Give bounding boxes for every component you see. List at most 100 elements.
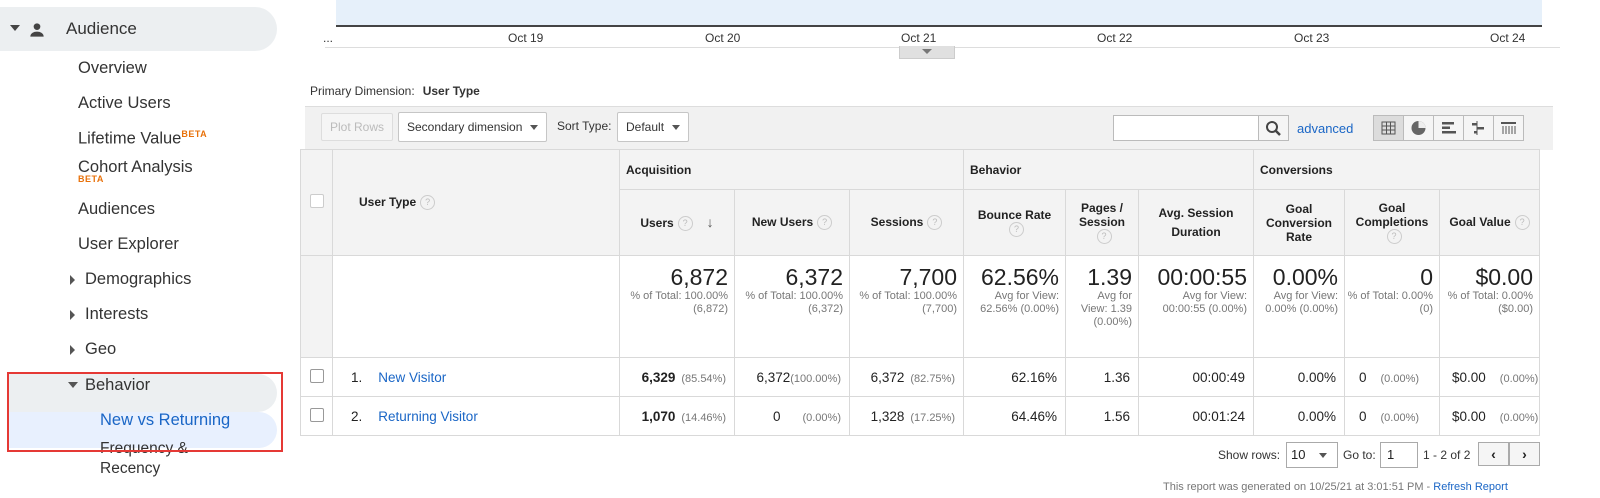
- x-tick: Oct 22: [1097, 31, 1133, 45]
- x-tick: Oct 23: [1294, 31, 1330, 45]
- secondary-dimension-dropdown[interactable]: Secondary dimension: [398, 112, 548, 142]
- help-icon[interactable]: ?: [420, 195, 436, 211]
- pie-icon: [1411, 121, 1426, 135]
- group-behavior: Behavior: [963, 149, 1254, 190]
- col-pages-session[interactable]: Pages / Session?: [1065, 189, 1139, 256]
- search-button[interactable]: [1258, 115, 1289, 141]
- total-users: 6,872% of Total: 100.00% (6,872): [619, 255, 735, 358]
- pivot-view-button[interactable]: [1493, 115, 1524, 141]
- sidebar: Audience Overview Active Users Lifetime …: [0, 0, 300, 498]
- caret-right-icon: [70, 275, 75, 285]
- show-rows-label: Show rows:: [1218, 448, 1281, 462]
- help-icon[interactable]: ?: [817, 215, 833, 231]
- table-search-input[interactable]: [1113, 115, 1259, 141]
- help-icon[interactable]: ?: [1096, 229, 1112, 245]
- select-all-cell[interactable]: [300, 149, 333, 256]
- x-tick: Oct 20: [705, 31, 741, 45]
- sidebar-item-user-explorer[interactable]: User Explorer: [78, 235, 179, 254]
- chevron-down-icon: [530, 125, 539, 131]
- main-content: ... Oct 19 Oct 20 Oct 21 Oct 22 Oct 23 O…: [300, 0, 1600, 498]
- plot-rows-button[interactable]: Plot Rows: [321, 113, 394, 141]
- report-table: User Type? Acquisition Behavior Conversi…: [300, 149, 1540, 436]
- help-icon[interactable]: ?: [1514, 215, 1530, 231]
- table-row: 1. New Visitor 6,329 (85.54%) 6,372(100.00…: [300, 357, 1540, 397]
- total-pages-session: 1.39 Avg for View: 1.39 (0.00%): [1065, 255, 1139, 358]
- col-sessions[interactable]: Sessions?: [849, 189, 964, 256]
- sidebar-item-lifetime-value[interactable]: Lifetime ValueBETA: [78, 129, 207, 149]
- person-icon: [30, 23, 44, 37]
- sidebar-item-cohort-analysis[interactable]: Cohort Analysis BETA: [78, 158, 193, 184]
- audience-section-header[interactable]: Audience: [0, 7, 277, 51]
- sidebar-item-geo[interactable]: Geo: [85, 340, 116, 359]
- pie-view-button[interactable]: [1403, 115, 1434, 141]
- help-icon[interactable]: ?: [1009, 222, 1024, 238]
- sidebar-item-overview[interactable]: Overview: [78, 59, 147, 78]
- performance-view-button[interactable]: [1433, 115, 1464, 141]
- grid-icon: [1381, 121, 1396, 135]
- advanced-link[interactable]: advanced: [1297, 121, 1353, 136]
- pagination-range: 1 - 2 of 2: [1423, 448, 1471, 462]
- sidebar-item-interests[interactable]: Interests: [85, 305, 148, 324]
- help-icon[interactable]: ?: [677, 216, 693, 232]
- x-tick: Oct 21: [901, 31, 937, 45]
- pivot-icon: [1501, 122, 1516, 134]
- caret-right-icon: [70, 345, 75, 355]
- col-goal-conversion-rate[interactable]: Goal Conversion Rate: [1253, 189, 1345, 256]
- sidebar-item-active-users[interactable]: Active Users: [78, 94, 171, 113]
- refresh-report-link[interactable]: Refresh Report: [1433, 481, 1508, 493]
- row-checkbox[interactable]: [309, 407, 324, 422]
- highlight-box: [7, 372, 283, 452]
- x-tick: Oct 19: [508, 31, 544, 45]
- search-icon: [1266, 121, 1281, 136]
- goto-label: Go to:: [1343, 448, 1376, 462]
- chevron-down-icon: [1319, 453, 1328, 459]
- col-new-users[interactable]: New Users?: [734, 189, 850, 256]
- sidebar-item-demographics[interactable]: Demographics: [85, 270, 191, 289]
- x-tick: ...: [323, 31, 334, 45]
- row-checkbox[interactable]: [309, 368, 324, 383]
- comparison-icon: [1472, 121, 1484, 135]
- row-link-returning-visitor[interactable]: Returning Visitor: [378, 409, 478, 424]
- dimension-header: User Type?: [332, 149, 620, 256]
- show-rows-select[interactable]: 10: [1286, 442, 1338, 468]
- col-users[interactable]: Users? ↓: [619, 189, 735, 256]
- primary-dimension: Primary Dimension: User Type: [310, 84, 480, 98]
- total-new-users: 6,372% of Total: 100.00% (6,372): [734, 255, 850, 358]
- sort-type-label: Sort Type:: [557, 119, 612, 133]
- table-row: 2. Returning Visitor 1,070 (14.46%) 0 (0.00…: [300, 396, 1540, 436]
- total-goal-completions: 0% of Total: 0.00% (0): [1344, 255, 1440, 358]
- next-page-button[interactable]: ›: [1509, 442, 1540, 466]
- select-all-checkbox[interactable]: [309, 194, 324, 208]
- comparison-view-button[interactable]: [1463, 115, 1494, 141]
- beta-badge: BETA: [181, 129, 208, 139]
- report-generated-note: This report was generated on 10/25/21 at…: [1163, 481, 1508, 493]
- total-sessions: 7,700% of Total: 100.00% (7,700): [849, 255, 964, 358]
- total-goal-conversion-rate: 0.00% Avg for View: 0.00% (0.00%): [1253, 255, 1345, 358]
- col-goal-value[interactable]: Goal Value?: [1439, 189, 1540, 256]
- primary-dimension-value[interactable]: User Type: [423, 84, 480, 98]
- caret-right-icon: [70, 310, 75, 320]
- group-conversions: Conversions: [1253, 149, 1540, 190]
- total-goal-value: $0.00% of Total: 0.00% ($0.00): [1439, 255, 1540, 358]
- goto-input[interactable]: 1: [1380, 442, 1418, 468]
- sidebar-item-audiences[interactable]: Audiences: [78, 200, 155, 219]
- chevron-left-icon: ‹: [1491, 446, 1496, 462]
- group-acquisition: Acquisition: [619, 149, 964, 190]
- row-link-new-visitor[interactable]: New Visitor: [378, 370, 446, 385]
- bar-list-icon: [1442, 122, 1456, 134]
- sort-type-dropdown[interactable]: Default: [617, 112, 690, 142]
- chevron-down-icon: [672, 125, 681, 131]
- col-bounce-rate[interactable]: Bounce Rate?: [963, 189, 1066, 256]
- col-goal-completions[interactable]: Goal Completions?: [1344, 189, 1440, 256]
- col-avg-session-duration[interactable]: Avg. Session Duration: [1138, 189, 1254, 256]
- prev-page-button[interactable]: ‹: [1478, 442, 1509, 466]
- x-tick: Oct 24: [1490, 31, 1526, 45]
- chart-area: [336, 0, 1542, 27]
- total-bounce-rate: 62.56% Avg for View: 62.56% (0.00%): [963, 255, 1066, 358]
- help-icon[interactable]: ?: [927, 215, 943, 231]
- chart-collapse-handle[interactable]: [899, 46, 955, 59]
- sort-desc-icon: ↓: [706, 213, 714, 230]
- chevron-right-icon: ›: [1522, 446, 1527, 462]
- table-view-button[interactable]: [1373, 115, 1404, 141]
- help-icon[interactable]: ?: [1386, 229, 1402, 245]
